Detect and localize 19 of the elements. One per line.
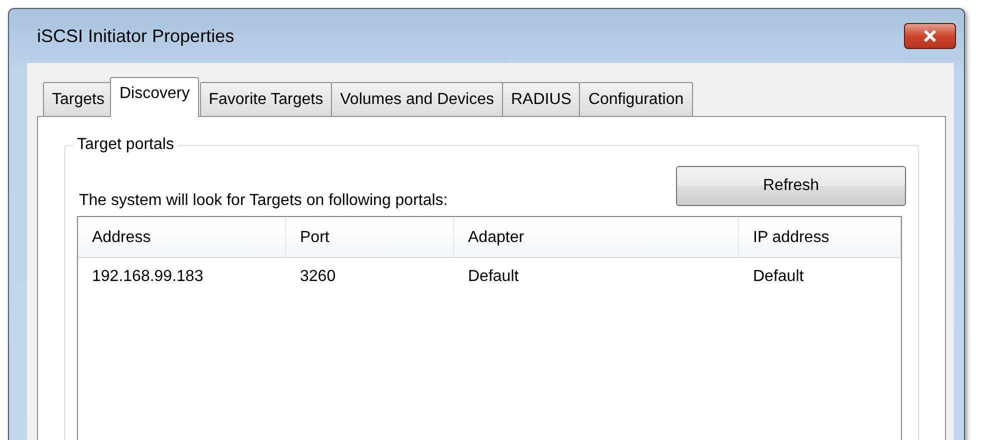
- tab[interactable]: Volumes and Devices: [331, 82, 503, 116]
- column-header[interactable]: Port: [286, 217, 454, 258]
- tab[interactable]: Favorite Targets: [200, 82, 332, 116]
- window-title: iSCSI Initiator Properties: [36, 26, 234, 46]
- description-text: The system will look for Targets on following portals:: [78, 192, 448, 211]
- tab[interactable]: Discovery: [110, 77, 199, 117]
- close-button[interactable]: [904, 23, 956, 49]
- table-cell-text: Default: [752, 267, 805, 287]
- column-header[interactable]: Address: [78, 217, 286, 258]
- table-cell-text: 192.168.99.183: [91, 267, 204, 287]
- table-cell-text: Default: [467, 267, 520, 287]
- close-icon: [923, 30, 937, 42]
- tab[interactable]: RADIUS: [502, 82, 580, 116]
- column-header[interactable]: IP address: [739, 217, 901, 258]
- column-header[interactable]: Adapter: [454, 217, 739, 258]
- refresh-button[interactable]: Refresh: [676, 166, 906, 206]
- tab[interactable]: Configuration: [579, 82, 693, 116]
- table-cell-text: 3260: [299, 267, 337, 287]
- group-title: Target portals: [73, 136, 178, 154]
